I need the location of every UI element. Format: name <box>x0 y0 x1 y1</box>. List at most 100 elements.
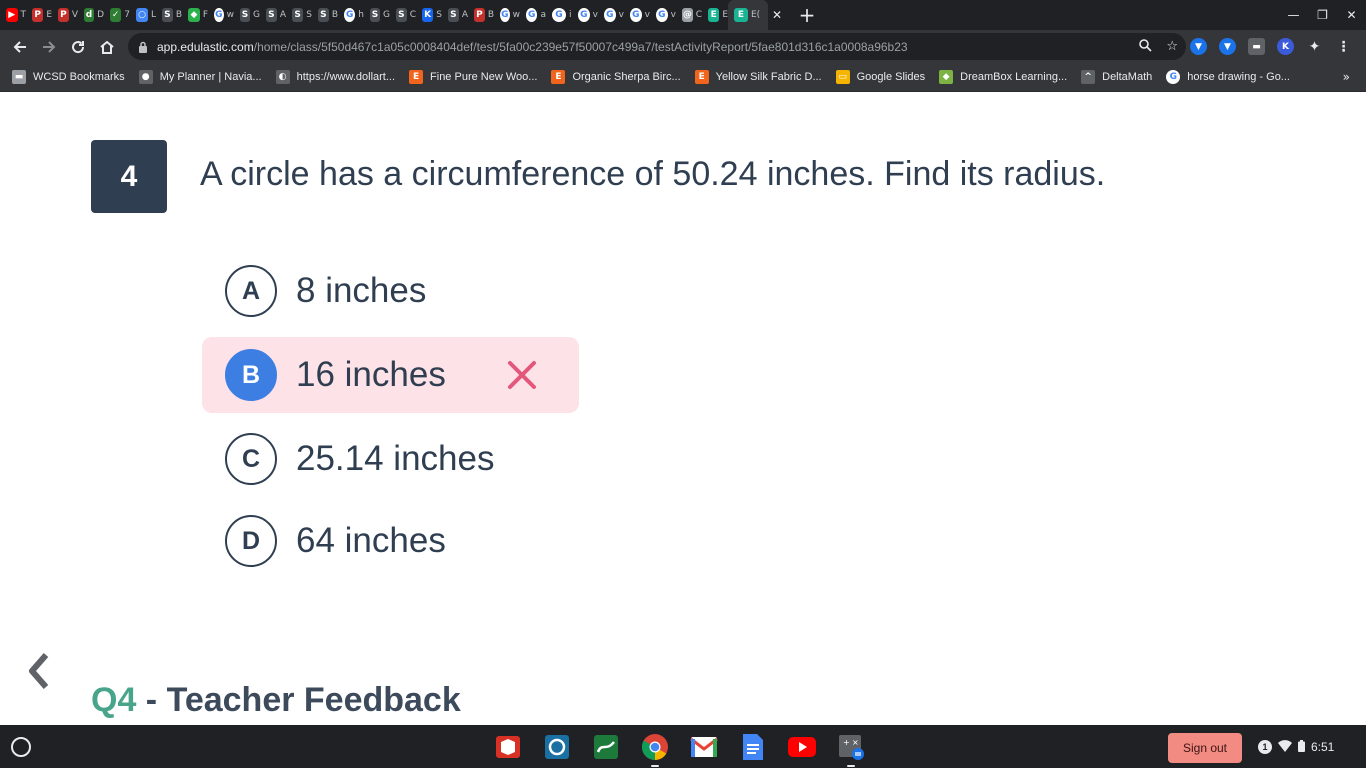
browser-tab[interactable]: SB <box>156 0 182 30</box>
close-tab-icon[interactable]: ✕ <box>772 8 782 22</box>
option-text: 25.14 inches <box>296 439 495 478</box>
zoom-icon[interactable] <box>1138 38 1152 56</box>
calculator-icon[interactable]: + × <box>836 732 866 767</box>
geogebra-icon[interactable] <box>591 732 621 762</box>
bookmark-item[interactable]: ◐ https://www.dollart... <box>275 70 396 84</box>
browser-tab[interactable]: ◆ F <box>182 0 208 30</box>
browser-tab[interactable]: Gw <box>208 0 234 30</box>
address-bar[interactable]: app.edulastic.com/home/class/5f50d467c1a… <box>128 33 1186 60</box>
bookmark-label: DeltaMath <box>1102 71 1153 83</box>
browser-tab[interactable]: Ga <box>520 0 546 30</box>
back-icon[interactable] <box>5 32 34 61</box>
status-tray[interactable]: 1 6:51 <box>1258 733 1334 761</box>
previous-question-chevron-icon[interactable] <box>24 651 52 691</box>
youtube-icon[interactable] <box>787 732 817 762</box>
restore-icon[interactable]: ❐ <box>1308 8 1337 22</box>
puzzle-icon[interactable]: ✦ <box>1306 38 1323 55</box>
browser-tab[interactable]: SA <box>260 0 286 30</box>
close-window-icon[interactable]: ✕ <box>1337 8 1366 22</box>
schoology-icon: S <box>162 8 173 22</box>
desmos-icon: d <box>84 8 95 22</box>
browser-tab[interactable]: SG <box>364 0 390 30</box>
option-text: 16 inches <box>296 355 446 394</box>
browser-tab[interactable]: Gi <box>546 0 572 30</box>
bookmark-label: Google Slides <box>856 71 926 83</box>
bookmark-item[interactable]: ▭ Google Slides <box>835 70 926 84</box>
minimize-icon[interactable]: — <box>1279 8 1308 22</box>
launcher-icon[interactable] <box>11 737 31 757</box>
bookmark-item[interactable]: ● My Planner | Navia... <box>138 70 262 84</box>
extension-icon[interactable]: ▬ <box>1248 38 1265 55</box>
browser-tab[interactable]: SB <box>312 0 338 30</box>
browser-tab[interactable]: Gw <box>494 0 520 30</box>
reload-icon[interactable] <box>63 32 92 61</box>
bookmark-item[interactable]: ◆ DreamBox Learning... <box>939 70 1067 84</box>
navia-icon: ● <box>138 70 153 84</box>
bookmark-label: Organic Sherpa Birc... <box>572 71 681 83</box>
browser-tab[interactable]: Gv <box>572 0 598 30</box>
browser-tab[interactable]: EE <box>702 0 728 30</box>
google-icon: G <box>214 8 224 22</box>
sign-out-button[interactable]: Sign out <box>1168 733 1242 763</box>
bookmark-item[interactable]: ^ DeltaMath <box>1081 70 1152 84</box>
url-text[interactable]: app.edulastic.com/home/class/5f50d467c1a… <box>157 40 908 54</box>
browser-tab[interactable]: SG <box>234 0 260 30</box>
browser-tab[interactable]: ▶ T <box>0 0 26 30</box>
tab-title: D <box>97 10 104 20</box>
window-controls: — ❐ ✕ <box>1279 0 1366 30</box>
forward-icon[interactable] <box>34 32 63 61</box>
spiral-icon: @ <box>682 8 693 22</box>
bookmarks-bar: ▬ WCSD Bookmarks ● My Planner | Navia... ◐ ht… <box>0 63 1366 92</box>
browser-tab[interactable]: dD <box>78 0 104 30</box>
shield-extension-icon[interactable]: ▼ <box>1190 38 1207 55</box>
shield-extension-icon[interactable]: ▼ <box>1219 38 1236 55</box>
option-b-selected-wrong[interactable]: B 16 inches <box>202 337 579 413</box>
bookmark-label: https://www.dollart... <box>296 71 396 83</box>
browser-tab[interactable]: PE <box>26 0 52 30</box>
option-d[interactable]: D 64 inches <box>202 503 579 579</box>
bookmark-item[interactable]: Ghorse drawing - Go... <box>1166 70 1290 84</box>
bookmark-label: DreamBox Learning... <box>960 71 1068 83</box>
bookmark-item[interactable]: ▬ WCSD Bookmarks <box>12 70 125 84</box>
kami-icon[interactable]: K <box>1277 38 1294 55</box>
lock-icon[interactable] <box>138 41 148 53</box>
camera-icon[interactable] <box>542 732 572 762</box>
bookmark-item[interactable]: E Fine Pure New Woo... <box>409 70 537 84</box>
browser-tab[interactable]: SA <box>442 0 468 30</box>
google-icon: G <box>578 8 590 22</box>
browser-tab[interactable]: ✓ 7 <box>104 0 130 30</box>
option-c[interactable]: C 25.14 inches <box>202 421 579 497</box>
option-a[interactable]: A 8 inches <box>202 253 579 329</box>
browser-tab[interactable]: @ C <box>676 0 702 30</box>
bookmark-item[interactable]: E Organic Sherpa Birc... <box>551 70 681 84</box>
option-letter: D <box>225 515 277 567</box>
dreambox-icon: ◆ <box>939 70 954 84</box>
menu-dots-icon[interactable]: ⋮ <box>1335 38 1352 55</box>
gmail-icon[interactable] <box>689 732 719 762</box>
star-icon[interactable]: ☆ <box>1166 39 1178 54</box>
browser-tab[interactable]: ○ L <box>130 0 156 30</box>
browser-tab[interactable]: Gv <box>624 0 650 30</box>
browser-tab[interactable]: SS <box>286 0 312 30</box>
tab-title: G <box>383 10 390 20</box>
browser-tab[interactable]: KS <box>416 0 442 30</box>
tab-active[interactable]: E E( <box>728 0 768 30</box>
new-tab-button[interactable]: + <box>792 0 822 30</box>
sketchup-icon[interactable] <box>493 732 523 762</box>
browser-tab[interactable]: PV <box>52 0 78 30</box>
bookmark-item[interactable]: E Yellow Silk Fabric D... <box>694 70 822 84</box>
docs-icon[interactable] <box>738 732 768 762</box>
browser-tab[interactable]: PB <box>468 0 494 30</box>
tab-list: ▶ T P E P Vd D ✓ 7 ○ L S B ◆ F Gw S G S A S S S B Gh S G S C K S S A P B Gw… <box>0 0 728 30</box>
chrome-icon[interactable] <box>640 732 670 767</box>
browser-tab[interactable]: Gv <box>650 0 676 30</box>
feedback-question-label: Q4 <box>91 681 137 719</box>
browser-tab[interactable]: Gh <box>338 0 364 30</box>
browser-tab[interactable]: SC <box>390 0 416 30</box>
home-icon[interactable] <box>92 32 121 61</box>
schoology-icon: S <box>396 8 407 22</box>
google-icon: G <box>604 8 616 22</box>
etsy-icon: E <box>694 70 709 84</box>
more-bookmarks-icon[interactable]: » <box>1343 63 1350 92</box>
browser-tab[interactable]: Gv <box>598 0 624 30</box>
